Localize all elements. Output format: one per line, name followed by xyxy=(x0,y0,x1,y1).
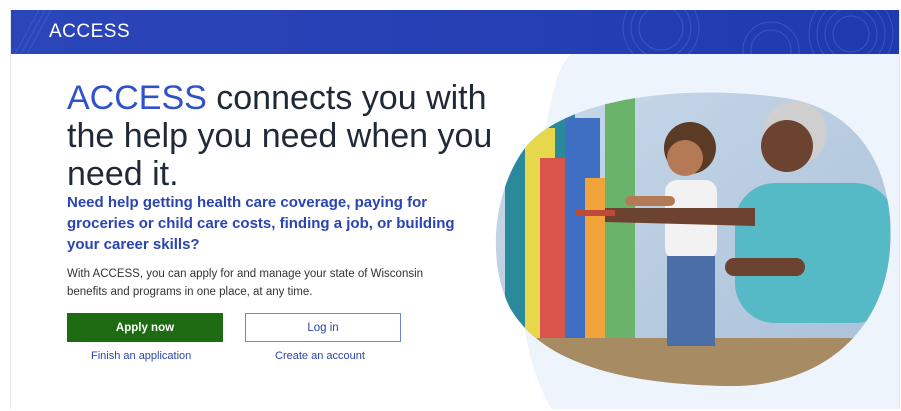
brand-logo-text[interactable]: ACCESS xyxy=(49,21,130,43)
header-bar: ACCESS xyxy=(11,10,899,54)
create-account-link[interactable]: Create an account xyxy=(275,350,365,362)
hero-photo xyxy=(495,92,891,387)
page-headline: ACCESS connects you with the help you ne… xyxy=(67,79,497,193)
hero-description: With ACCESS, you can apply for and manag… xyxy=(67,268,424,298)
log-in-button[interactable]: Log in xyxy=(245,313,401,342)
headline-accent: ACCESS xyxy=(67,79,207,117)
finish-application-link[interactable]: Finish an application xyxy=(91,350,191,362)
header-pattern xyxy=(14,10,894,54)
page-frame: ACCESS ACCESS connects you with the help… xyxy=(10,10,900,409)
hero-subheading: Need help getting health care coverage, … xyxy=(67,194,455,253)
apply-now-button[interactable]: Apply now xyxy=(67,313,223,342)
